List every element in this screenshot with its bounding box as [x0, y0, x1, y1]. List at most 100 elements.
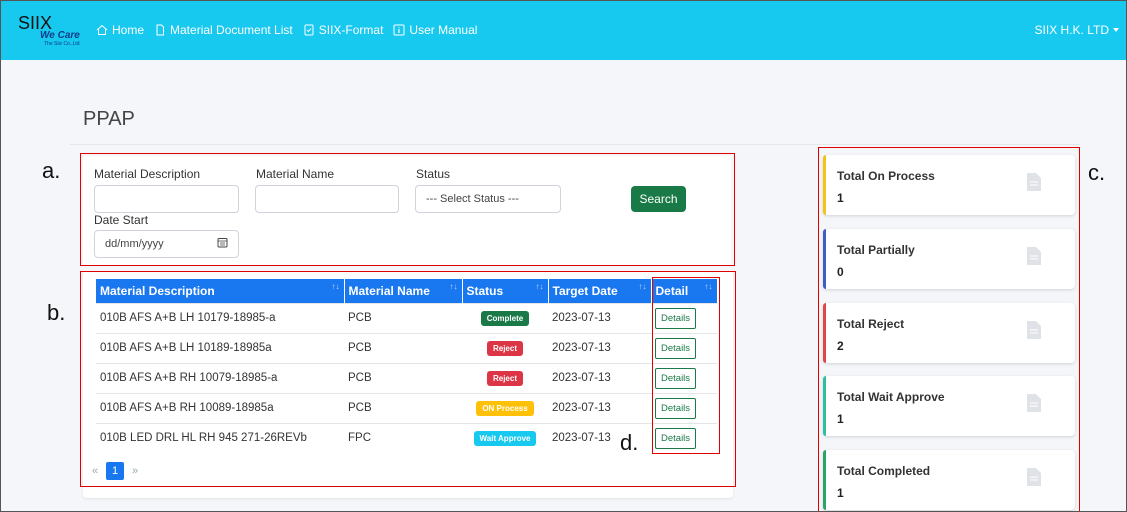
nav-link-material-document-list[interactable]: Material Document List: [154, 23, 293, 37]
stat-card-partially[interactable]: Total Partially 0: [823, 229, 1075, 289]
sort-icon: ↑↓: [449, 282, 458, 291]
nav-links: Home Material Document List SIIX-Format …: [96, 0, 477, 60]
column-header[interactable]: Material Name ↑↓: [344, 279, 463, 303]
document-icon: [1027, 321, 1041, 339]
table-row: 010B AFS A+B RH 10079-18985-a PCB Reject…: [96, 362, 717, 393]
material-name-label: Material Name: [256, 167, 335, 181]
cell-description: 010B AFS A+B LH 10189-18985a: [96, 332, 344, 363]
logo-slogan: We Care: [40, 30, 80, 41]
pagination-prev[interactable]: «: [86, 462, 104, 480]
chevron-down-icon: [1113, 28, 1119, 32]
stat-title: Total Wait Approve: [837, 390, 945, 404]
stat-value: 1: [837, 486, 844, 500]
cell-target-date: 2023-07-13: [548, 362, 651, 393]
home-icon: [96, 24, 108, 36]
check-document-icon: [303, 24, 315, 36]
stat-value: 1: [837, 412, 844, 426]
stat-accent: [823, 450, 826, 510]
pagination-next[interactable]: »: [126, 462, 144, 480]
logo-tagline: The Siix Co.,Ltd: [44, 41, 80, 47]
stat-card-reject[interactable]: Total Reject 2: [823, 303, 1075, 363]
sort-icon: ↑↓: [704, 282, 713, 291]
document-icon: [154, 24, 166, 36]
table-header-row: Material Description ↑↓ Material Name ↑↓ S…: [96, 279, 718, 303]
cell-material-name: FPC: [344, 422, 462, 453]
material-description-label: Material Description: [94, 167, 201, 181]
cell-description: 010B AFS A+B LH 10179-18985-a: [96, 302, 344, 333]
details-button[interactable]: Details: [655, 367, 697, 389]
status-badge: Reject: [486, 370, 523, 386]
cell-material-name: PCB: [344, 392, 462, 423]
ppap-table: Material Description ↑↓ Material Name ↑↓ S…: [96, 279, 718, 453]
column-header[interactable]: Status ↑↓: [462, 279, 549, 303]
table-row: 010B AFS A+B LH 10189-18985a PCB Reject …: [96, 332, 717, 363]
status-label: Status: [416, 167, 451, 181]
cell-target-date: 2023-07-13: [548, 332, 651, 363]
search-button[interactable]: Search: [631, 186, 686, 212]
user-menu[interactable]: SIIX H.K. LTD: [1035, 0, 1119, 60]
stat-card-completed[interactable]: Total Completed 1: [823, 450, 1075, 510]
sort-icon: ↑↓: [638, 282, 647, 291]
status-badge: Complete: [480, 310, 530, 326]
stat-title: Total Partially: [837, 243, 915, 257]
stat-title: Total Reject: [837, 317, 905, 331]
status-badge: Reject: [486, 340, 523, 356]
annotation-label-a: a.: [42, 158, 61, 183]
details-button[interactable]: Details: [655, 427, 697, 449]
cell-description: 010B AFS A+B RH 10079-18985-a: [96, 362, 344, 393]
cell-target-date: 2023-07-13: [548, 392, 651, 423]
annotation-label-b: b.: [47, 300, 66, 325]
cell-material-name: PCB: [344, 302, 462, 333]
nav-link-user-manual[interactable]: User Manual: [393, 23, 477, 37]
status-badge: Wait Approve: [473, 430, 537, 446]
details-button[interactable]: Details: [655, 337, 697, 359]
cell-target-date: 2023-07-13: [548, 302, 651, 333]
stat-card-on-process[interactable]: Total On Process 1: [823, 155, 1075, 215]
nav-link-label: User Manual: [409, 23, 478, 37]
nav-link-siix-format[interactable]: SIIX-Format: [303, 23, 383, 37]
table-row: 010B AFS A+B RH 10089-18985a PCB ON Proc…: [96, 392, 717, 423]
info-icon: [393, 24, 405, 36]
sort-icon: ↑↓: [535, 282, 544, 291]
date-start-label: Date Start: [94, 213, 149, 227]
annotation-label-d: d.: [620, 430, 639, 455]
cell-material-name: PCB: [344, 362, 462, 393]
cell-description: 010B LED DRL HL RH 945 271-26REVb: [96, 422, 344, 453]
date-start-value: dd/mm/yyyy: [105, 238, 164, 250]
details-button[interactable]: Details: [655, 307, 697, 329]
title-divider: [70, 144, 1080, 145]
page-title: PPAP: [83, 108, 135, 130]
stat-value: 0: [837, 265, 844, 279]
status-select[interactable]: --- Select Status ---: [415, 185, 561, 213]
nav-link-label: Home: [112, 23, 145, 37]
status-select-value: --- Select Status ---: [426, 193, 519, 205]
status-badge: ON Process: [476, 400, 534, 416]
material-description-input[interactable]: [94, 185, 239, 213]
stat-accent: [823, 229, 826, 289]
column-header[interactable]: Target Date ↑↓: [548, 279, 652, 303]
material-name-input[interactable]: [255, 185, 399, 213]
nav-link-home[interactable]: Home: [96, 23, 144, 37]
date-start-input[interactable]: dd/mm/yyyy: [94, 230, 239, 258]
document-icon: [1027, 394, 1041, 412]
annotation-label-c: c.: [1088, 160, 1106, 185]
document-icon: [1027, 173, 1041, 191]
stat-value: 2: [837, 339, 844, 353]
document-icon: [1027, 247, 1041, 265]
table-row: 010B AFS A+B LH 10179-18985-a PCB Comple…: [96, 302, 717, 333]
siix-logo[interactable]: SIIX We Care The Siix Co.,Ltd: [18, 14, 80, 48]
stat-accent: [823, 303, 826, 363]
stat-title: Total On Process: [837, 169, 935, 183]
stat-accent: [823, 155, 826, 215]
pagination-page-current[interactable]: 1: [106, 462, 124, 480]
sort-icon: ↑↓: [331, 282, 340, 291]
document-icon: [1027, 468, 1041, 486]
details-button[interactable]: Details: [655, 397, 697, 419]
calendar-icon[interactable]: [217, 237, 228, 251]
stat-card-wait-approve[interactable]: Total Wait Approve 1: [823, 376, 1075, 436]
cell-material-name: PCB: [344, 332, 462, 363]
top-navbar: SIIX We Care The Siix Co.,Ltd Home Mater…: [0, 0, 1127, 60]
user-name: SIIX H.K. LTD: [1034, 23, 1109, 37]
column-header[interactable]: Material Description ↑↓: [96, 279, 345, 303]
column-header[interactable]: Detail ↑↓: [651, 279, 718, 303]
